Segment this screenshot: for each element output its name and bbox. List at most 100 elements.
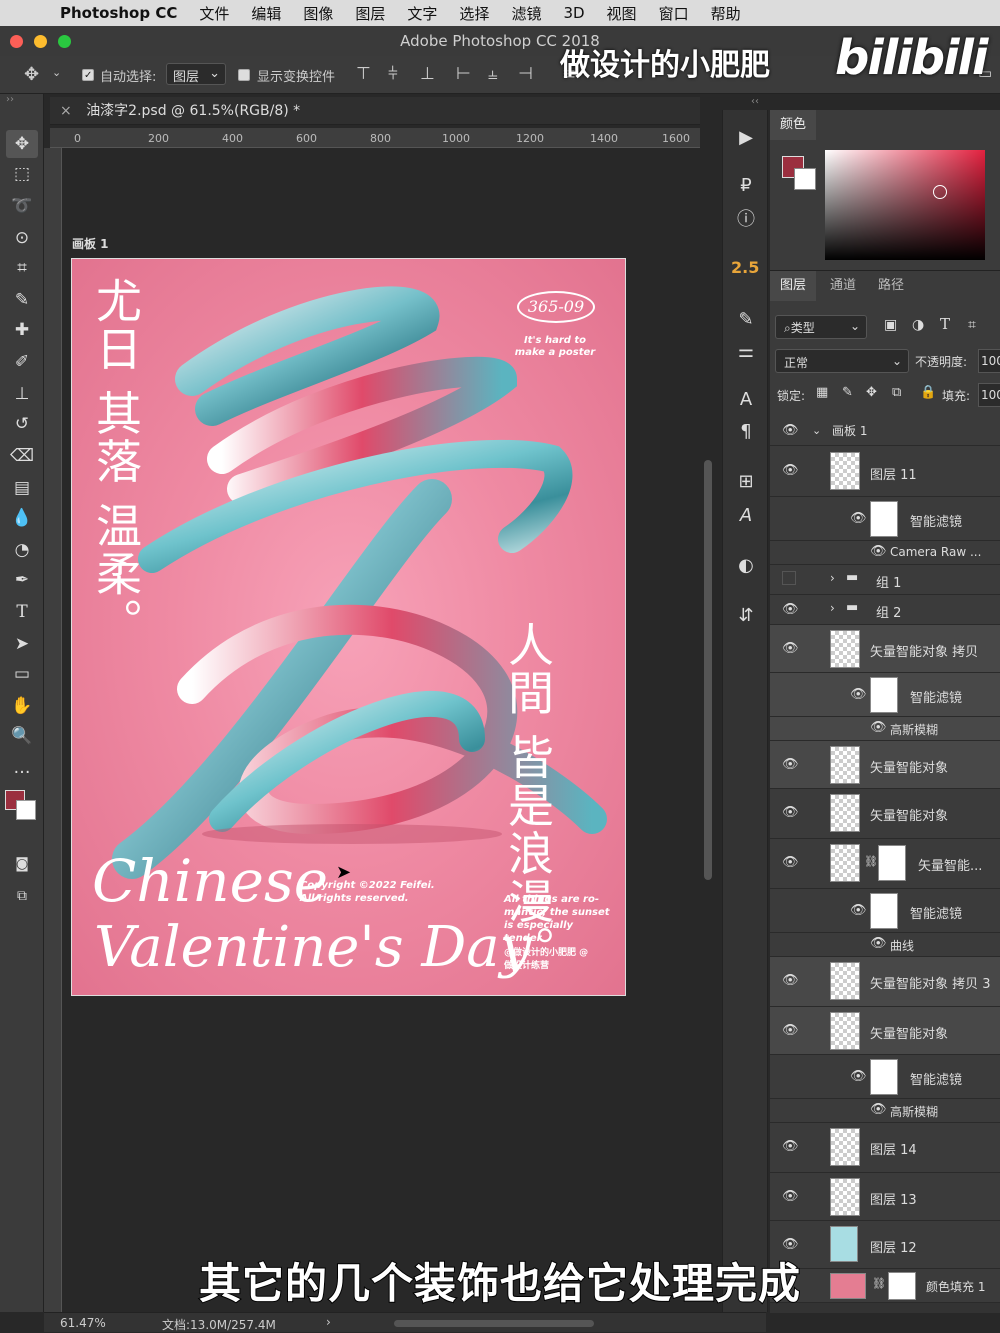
- chevron-right-icon[interactable]: ›: [830, 571, 835, 585]
- layer-row[interactable]: 👁 矢量智能对象: [770, 789, 1000, 839]
- visibility-eye-icon[interactable]: 👁: [870, 544, 887, 559]
- history-brush-tool-icon[interactable]: ↺: [6, 410, 38, 438]
- group-row[interactable]: › ▬ 组 1: [770, 565, 1000, 595]
- filter-effect-row[interactable]: 👁 高斯模糊: [770, 717, 1000, 741]
- visibility-eye-icon[interactable]: 👁: [870, 936, 887, 951]
- visibility-eye-icon[interactable]: 👁: [782, 805, 799, 820]
- visibility-eye-icon[interactable]: 👁: [782, 641, 799, 656]
- eyedropper-tool-icon[interactable]: ✎: [6, 286, 38, 314]
- zoom-tool-icon[interactable]: 🔍: [6, 722, 38, 750]
- styles-icon[interactable]: ◐: [731, 552, 761, 580]
- menu-select[interactable]: 选择: [459, 3, 489, 24]
- menu-window[interactable]: 窗口: [659, 3, 689, 24]
- visibility-eye-icon[interactable]: 👁: [782, 855, 799, 870]
- filter-pixel-icon[interactable]: ▣: [884, 317, 897, 333]
- layer-row[interactable]: 👁 矢量智能对象: [770, 1007, 1000, 1055]
- document-tab[interactable]: × 油漆字2.psd @ 61.5%(RGB/8) *: [50, 97, 700, 125]
- adjustments-icon[interactable]: ⚌: [731, 338, 761, 366]
- visibility-eye-icon[interactable]: 👁: [850, 903, 867, 918]
- lock-pixels-icon[interactable]: ✎: [842, 385, 853, 400]
- menu-3d[interactable]: 3D: [563, 4, 584, 22]
- layer-row[interactable]: 👁 矢量智能对象 拷贝: [770, 625, 1000, 673]
- visibility-off-box[interactable]: [782, 571, 796, 585]
- smart-filter-row[interactable]: 👁 智能滤镜: [770, 673, 1000, 717]
- info-icon[interactable]: ⓘ: [731, 206, 761, 234]
- menu-layer[interactable]: 图层: [355, 3, 385, 24]
- stamp-tool-icon[interactable]: ⊥: [6, 380, 38, 408]
- menu-image[interactable]: 图像: [303, 3, 333, 24]
- menu-edit[interactable]: 编辑: [251, 3, 281, 24]
- align-hcenter-icon[interactable]: ⫨: [488, 64, 498, 84]
- move-tool-icon[interactable]: ✥: [6, 130, 38, 158]
- visibility-eye-icon[interactable]: 👁: [782, 416, 799, 446]
- chevron-right-icon[interactable]: ›: [830, 601, 835, 615]
- pen-tool-icon[interactable]: ✒: [6, 566, 38, 594]
- menu-file[interactable]: 文件: [199, 3, 229, 24]
- group-row[interactable]: 👁 › ▬ 组 2: [770, 595, 1000, 625]
- smart-filter-row[interactable]: 👁 智能滤镜: [770, 497, 1000, 541]
- lock-all-icon[interactable]: 🔒: [920, 385, 936, 400]
- smart-filter-row[interactable]: 👁 智能滤镜: [770, 1055, 1000, 1099]
- visibility-eye-icon[interactable]: 👁: [782, 973, 799, 988]
- healing-brush-tool-icon[interactable]: ✚: [6, 316, 38, 344]
- tab-layers[interactable]: 图层: [770, 271, 817, 301]
- paragraph-style-icon[interactable]: ₽: [731, 172, 761, 200]
- visibility-eye-icon[interactable]: 👁: [850, 687, 867, 702]
- status-menu-chevron-icon[interactable]: ›: [326, 1315, 331, 1329]
- layer-row[interactable]: 👁 图层 14: [770, 1123, 1000, 1173]
- menu-filter[interactable]: 滤镜: [511, 3, 541, 24]
- filter-effect-row[interactable]: 👁 曲线: [770, 933, 1000, 957]
- auto-select-target-dropdown[interactable]: 图层 ⌄: [166, 63, 226, 85]
- background-color-swatch[interactable]: [16, 800, 36, 820]
- zoom-window-icon[interactable]: [58, 35, 71, 48]
- collapse-tools-icon[interactable]: ››: [6, 94, 14, 105]
- marquee-tool-icon[interactable]: ⬚: [6, 160, 38, 188]
- play-action-icon[interactable]: ▶: [731, 124, 761, 152]
- filter-shape-icon[interactable]: ⌗: [968, 317, 976, 333]
- blur-tool-icon[interactable]: 💧: [6, 504, 38, 532]
- horizontal-scrollbar[interactable]: [394, 1320, 594, 1327]
- rectangle-tool-icon[interactable]: ▭: [6, 660, 38, 688]
- swap-icon[interactable]: ⇵: [731, 602, 761, 630]
- visibility-eye-icon[interactable]: 👁: [870, 1102, 887, 1117]
- visibility-eye-icon[interactable]: 👁: [850, 1069, 867, 1084]
- filter-effect-row[interactable]: 👁 高斯模糊: [770, 1099, 1000, 1123]
- minimize-window-icon[interactable]: [34, 35, 47, 48]
- brush-settings-icon[interactable]: ✎: [731, 306, 761, 334]
- type-style-icon[interactable]: A: [731, 502, 761, 530]
- artboard-label[interactable]: 画板 1: [72, 235, 109, 252]
- layer-row[interactable]: 👁 矢量智能对象: [770, 741, 1000, 789]
- filter-type-icon[interactable]: T: [940, 315, 950, 333]
- hand-tool-icon[interactable]: ✋: [6, 692, 38, 720]
- menu-view[interactable]: 视图: [607, 3, 637, 24]
- align-bottom-icon[interactable]: ⊥: [420, 64, 435, 84]
- layer-row[interactable]: 👁 矢量智能对象 拷贝 3: [770, 957, 1000, 1007]
- eraser-tool-icon[interactable]: ⌫: [6, 442, 38, 470]
- crop-tool-icon[interactable]: ⌗: [6, 254, 38, 282]
- app-name-menu[interactable]: Photoshop CC: [60, 4, 177, 22]
- visibility-eye-icon[interactable]: 👁: [782, 602, 799, 617]
- zoom-level[interactable]: 61.47%: [60, 1316, 106, 1330]
- color-picker-marker[interactable]: [933, 185, 947, 199]
- align-left-icon[interactable]: ⊢: [456, 64, 471, 84]
- type-tool-icon[interactable]: T: [6, 598, 38, 626]
- visibility-eye-icon[interactable]: 👁: [870, 720, 887, 735]
- visibility-eye-icon[interactable]: 👁: [782, 1189, 799, 1204]
- fill-input[interactable]: 100: [978, 383, 1000, 407]
- auto-select-checkbox[interactable]: [82, 67, 94, 82]
- layer-row[interactable]: 👁 ⛓ 矢量智能...: [770, 839, 1000, 889]
- brush-tool-icon[interactable]: ✐: [6, 348, 38, 376]
- dodge-tool-icon[interactable]: ◔: [6, 536, 38, 564]
- artboard-poster[interactable]: 尤日 其落 温柔。 365-09 It's hard to make a pos…: [71, 258, 626, 996]
- layer-row-artboard[interactable]: 👁 ⌄ 画板 1: [770, 416, 1000, 446]
- filter-adjustment-icon[interactable]: ◑: [912, 317, 924, 333]
- tab-color[interactable]: 颜色: [770, 110, 817, 140]
- smart-filter-row[interactable]: 👁 智能滤镜: [770, 889, 1000, 933]
- opacity-input[interactable]: 100: [978, 349, 1000, 373]
- layer-row[interactable]: 👁 图层 11: [770, 447, 1000, 497]
- color-bg-swatch[interactable]: [794, 168, 816, 190]
- move-tool-icon[interactable]: ✥: [24, 64, 39, 85]
- tab-channels[interactable]: 通道: [820, 271, 866, 301]
- tool-preset-dropdown-icon[interactable]: ⌄: [52, 66, 61, 79]
- vertical-scrollbar[interactable]: [704, 460, 712, 880]
